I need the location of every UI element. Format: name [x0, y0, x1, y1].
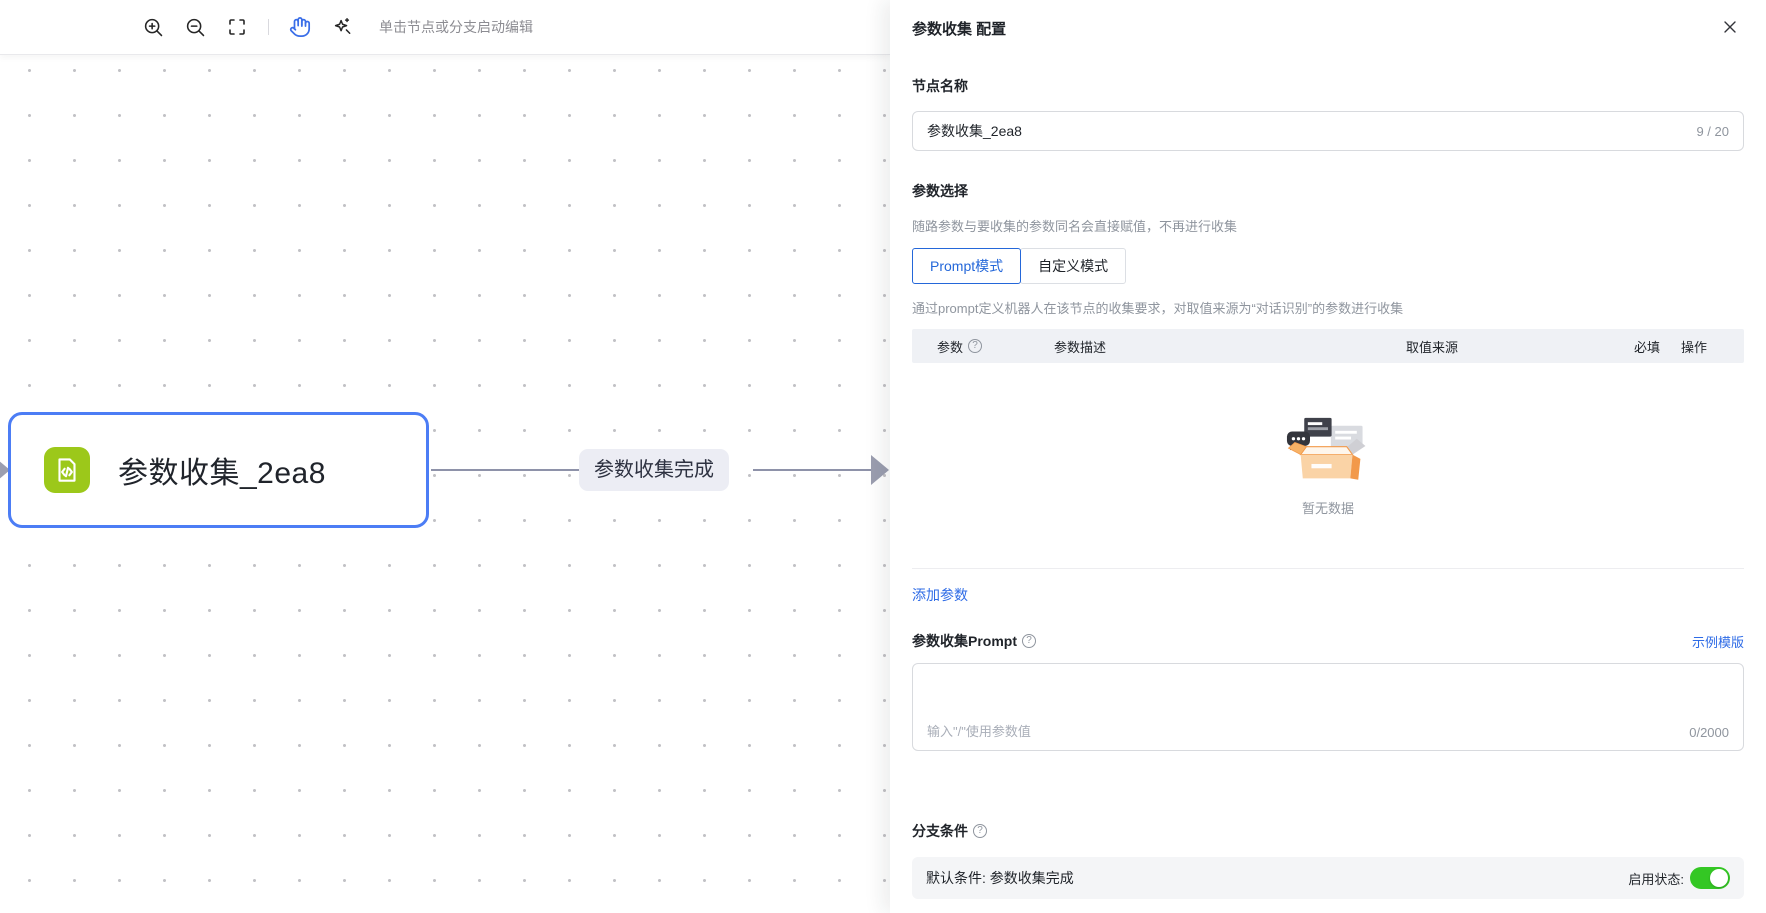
table-header-actions: 操作 — [1681, 339, 1708, 355]
fit-view-button[interactable] — [224, 14, 250, 40]
prompt-section-header: 参数收集Prompt 示例模版 — [912, 631, 1744, 651]
prompt-counter: 0/2000 — [1689, 725, 1729, 740]
config-panel: 参数收集 配置 节点名称 9 / 20 参数选择 随路参数与要收集的参数同名会直… — [890, 0, 1766, 913]
tab-prompt-mode[interactable]: Prompt模式 — [912, 248, 1022, 284]
zoom-out-button[interactable] — [182, 14, 208, 40]
flow-canvas[interactable]: 单击节点或分支启动编辑 参数收集_2ea8 参数收集完成 — [0, 0, 890, 913]
code-document-icon — [44, 447, 90, 493]
branch-condition-label-group: 分支条件 — [912, 821, 1744, 841]
enable-toggle[interactable] — [1690, 867, 1730, 889]
help-icon[interactable] — [968, 339, 983, 353]
empty-state: 暂无数据 — [912, 363, 1744, 569]
help-icon[interactable] — [1022, 634, 1036, 648]
zoom-in-button[interactable] — [140, 14, 166, 40]
panel-body: 节点名称 9 / 20 参数选择 随路参数与要收集的参数同名会直接赋值，不再进行… — [890, 76, 1766, 899]
hand-tool-button[interactable] — [287, 14, 313, 40]
table-header-param: 参数 — [912, 337, 1054, 356]
zoom-in-icon — [143, 17, 164, 38]
prompt-textarea[interactable]: 输入"/"使用参数值 0/2000 — [912, 663, 1744, 751]
table-header-desc: 参数描述 — [1054, 339, 1107, 355]
table-header-required: 必填 — [1634, 339, 1661, 355]
hand-icon — [289, 16, 311, 38]
zoom-out-icon — [185, 17, 206, 38]
enable-state-label: 启用状态: — [1628, 871, 1684, 887]
panel-header: 参数收集 配置 — [890, 0, 1766, 39]
edge-line — [431, 469, 579, 471]
node-name-counter: 9 / 20 — [1696, 123, 1729, 139]
default-condition-text: 默认条件: 参数收集完成 — [926, 870, 1074, 886]
toolbar-divider — [268, 19, 269, 35]
prompt-placeholder: 输入"/"使用参数值 — [927, 724, 1031, 739]
node-name-label: 节点名称 — [912, 78, 968, 94]
close-icon — [1722, 19, 1738, 38]
edge-line — [753, 469, 875, 471]
node-name-input[interactable] — [927, 123, 1697, 139]
outgoing-edge-arrow — [871, 455, 889, 485]
auto-layout-button[interactable] — [329, 14, 355, 40]
prompt-label: 参数收集Prompt — [912, 633, 1017, 649]
edge-label-branch[interactable]: 参数收集完成 — [579, 449, 729, 491]
param-select-hint: 随路参数与要收集的参数同名会直接赋值，不再进行收集 — [912, 219, 1238, 234]
example-template-link[interactable]: 示例模版 — [1692, 632, 1744, 651]
panel-title: 参数收集 配置 — [912, 21, 1007, 38]
prompt-label-group: 参数收集Prompt — [912, 631, 1036, 651]
toolbar-hint-text: 单击节点或分支启动编辑 — [379, 19, 533, 35]
enable-state-group: 启用状态: — [1628, 867, 1730, 889]
mode-tabs: Prompt模式 自定义模式 — [912, 248, 1744, 284]
param-select-label: 参数选择 — [912, 183, 968, 199]
table-header-source: 取值来源 — [1406, 339, 1459, 355]
fit-view-icon — [227, 17, 247, 37]
flow-editor-app: 单击节点或分支启动编辑 参数收集_2ea8 参数收集完成 参数收集 配置 节点名… — [0, 0, 1766, 913]
param-table-header: 参数 参数描述 取值来源 必填 操作 — [912, 329, 1744, 363]
tab-custom-mode[interactable]: 自定义模式 — [1020, 248, 1127, 284]
branch-condition-label: 分支条件 — [912, 823, 968, 839]
canvas-toolbar: 单击节点或分支启动编辑 — [0, 0, 890, 55]
node-param-collect[interactable]: 参数收集_2ea8 — [8, 412, 429, 528]
help-icon[interactable] — [973, 824, 987, 838]
prompt-mode-hint: 通过prompt定义机器人在该节点的收集要求，对取值来源为“对话识别”的参数进行… — [912, 301, 1404, 316]
magic-wand-icon — [331, 16, 353, 38]
node-title: 参数收集_2ea8 — [118, 457, 326, 490]
close-button[interactable] — [1720, 19, 1740, 39]
empty-box-illustration — [1284, 415, 1372, 492]
empty-state-text: 暂无数据 — [1301, 500, 1354, 516]
default-condition-row: 默认条件: 参数收集完成 启用状态: — [912, 857, 1744, 899]
add-param-link[interactable]: 添加参数 — [912, 585, 968, 605]
node-name-field[interactable]: 9 / 20 — [912, 111, 1744, 151]
